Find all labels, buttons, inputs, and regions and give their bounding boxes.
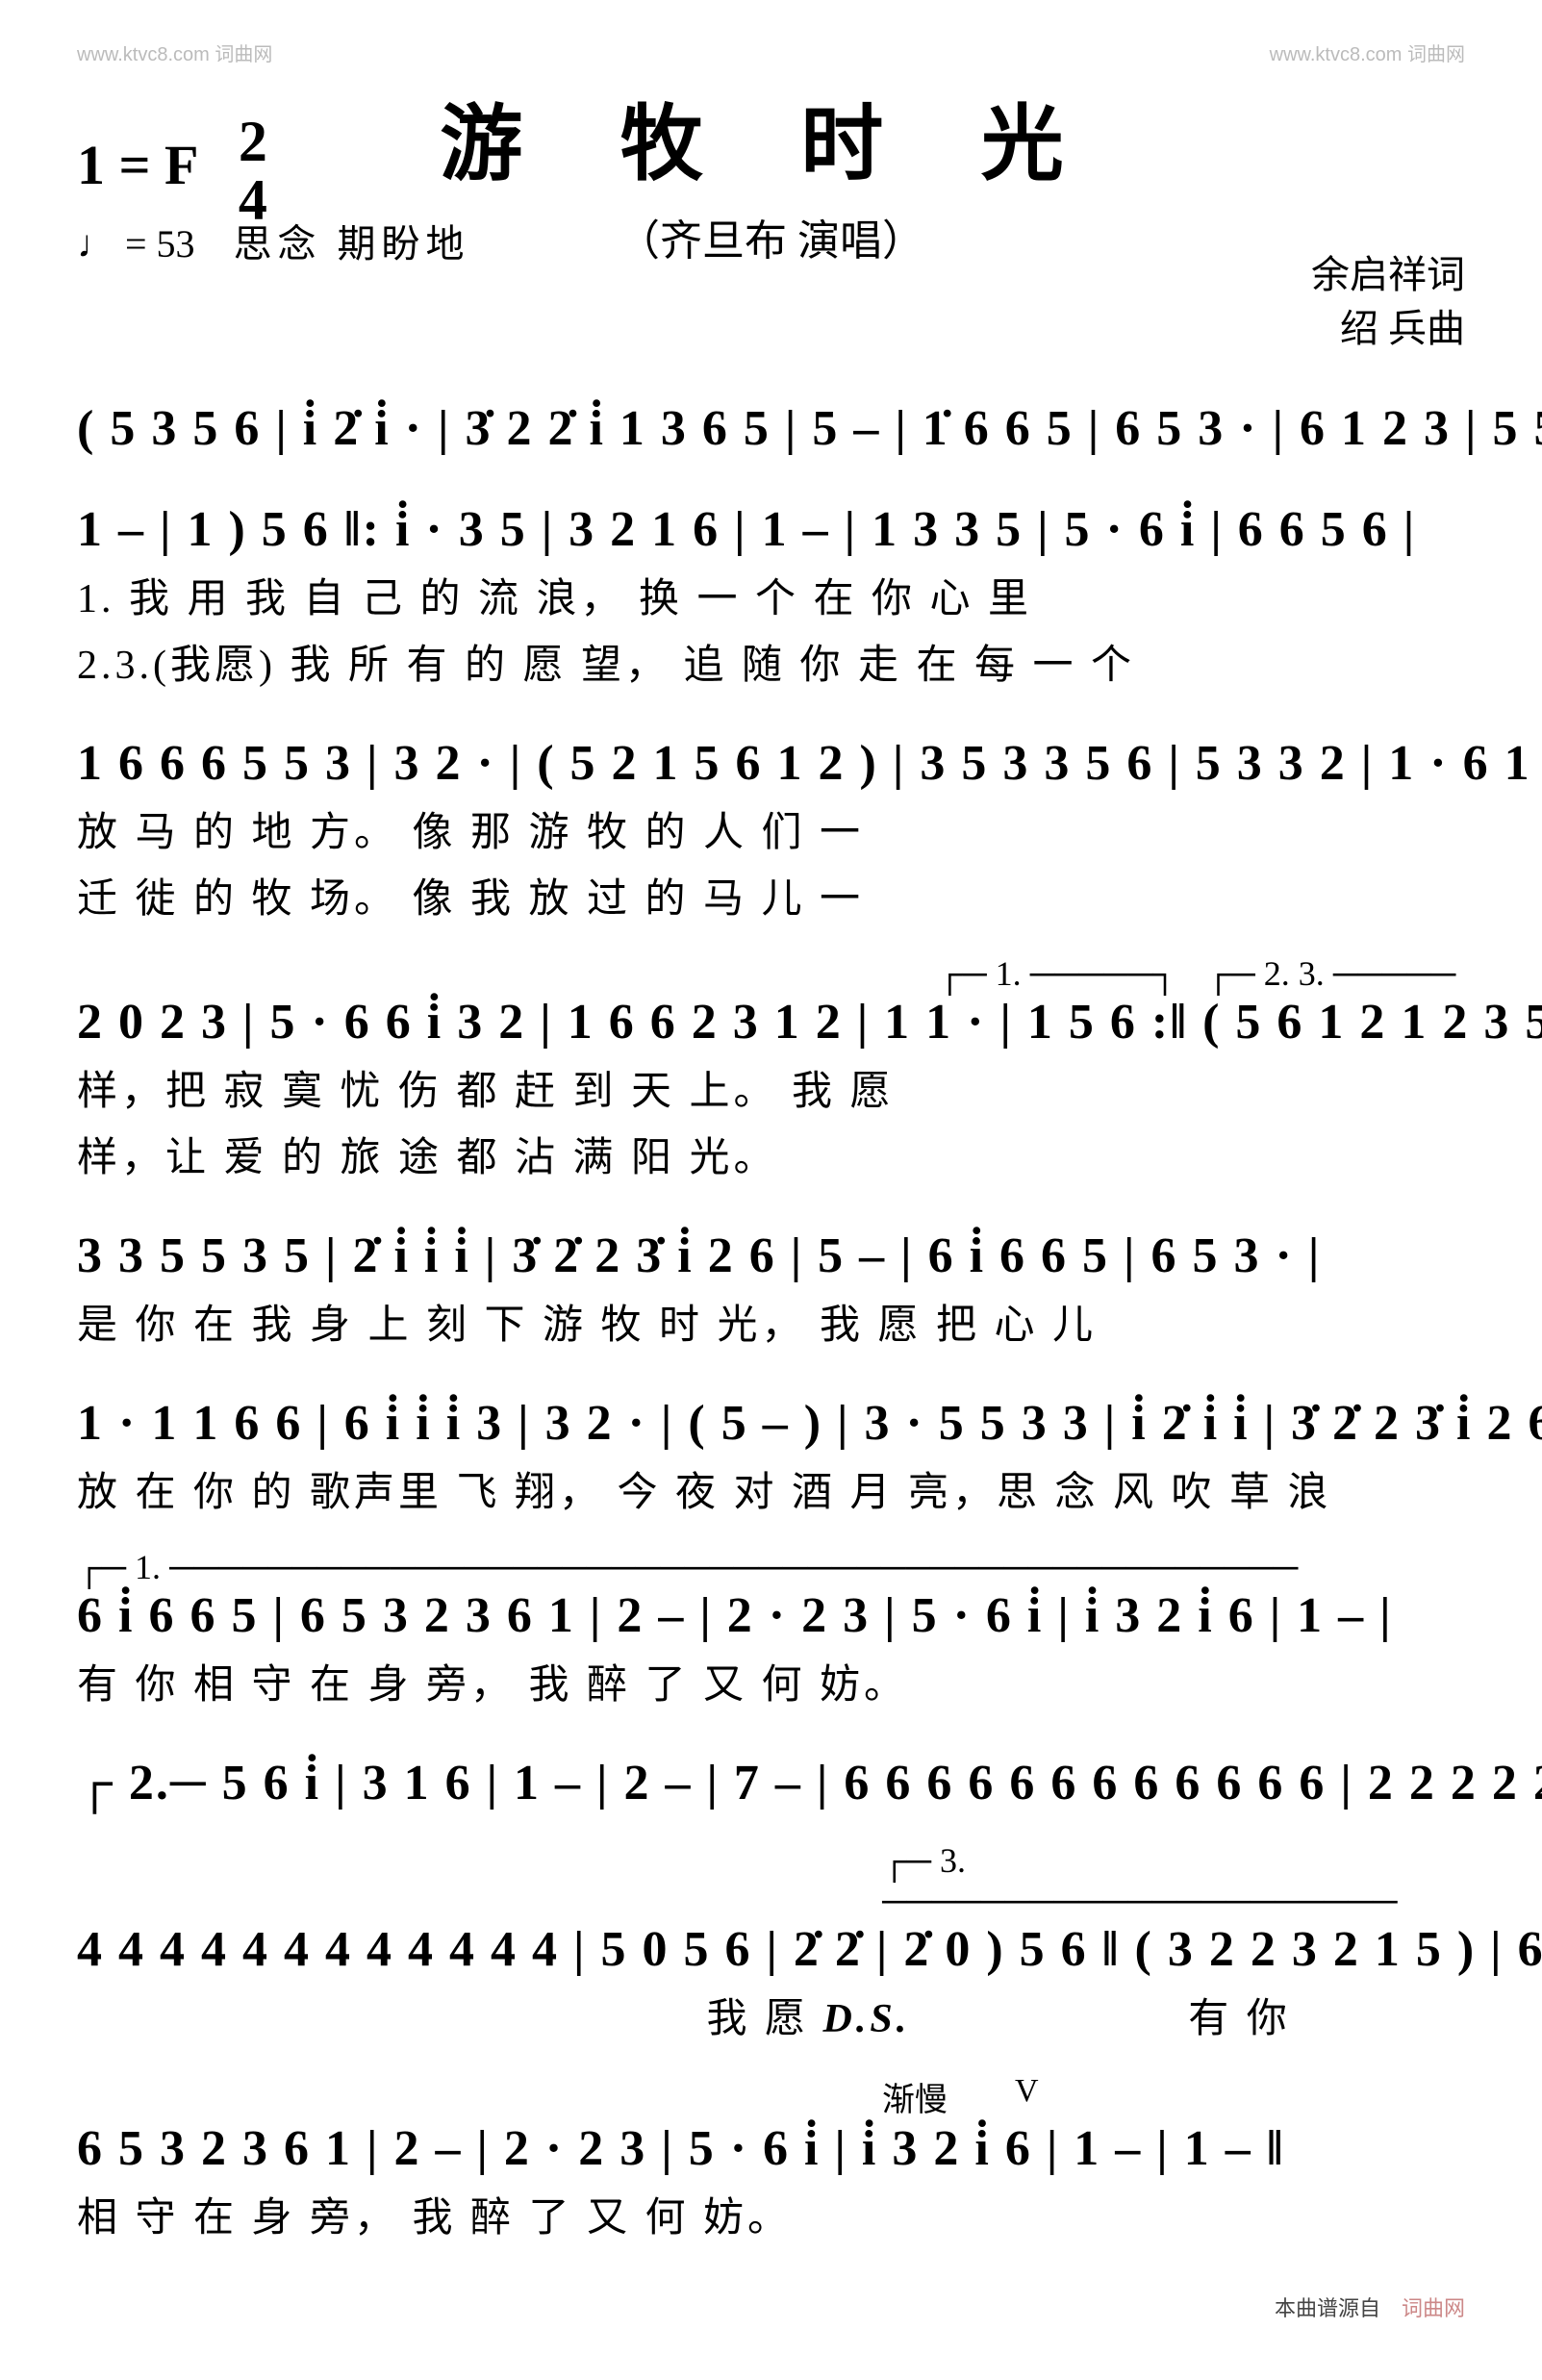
composer-credit: 绍 兵曲 [1311, 302, 1465, 356]
lyric-line-4b: 样，让 爱 的 旅 途 都 沾 满 阳 光。 [77, 1125, 1465, 1183]
watermark-left: www.ktvc8.com 词曲网 [77, 38, 272, 66]
music-line-6: 1 · 1 1 6 6 | 6 i̇ i̇ i̇ 3 | 3 2 · | ( 5… [77, 1395, 1465, 1452]
volta-1: ┌─ 1. ─────┐ [938, 953, 1177, 994]
lyric-line-10: 相 守 在 身 旁， 我 醉 了 又 何 妨。 [77, 2185, 1465, 2243]
music-line-4: 2 0 2 3 | 5 · 6 6 i̇ 3 2 | 1 6 6 2 3 1 2… [77, 994, 1465, 1051]
lyric-line-5: 是 你 在 我 身 上 刻 下 游 牧 时 光， 我 愿 把 心 儿 [77, 1292, 1465, 1351]
key-signature: 1 = F 2 4 [77, 133, 470, 203]
volta-row-3: ┌─ 3. ───────────────────── [77, 1840, 1465, 1921]
lyricist-credit: 余启祥词 [1311, 248, 1465, 302]
lyric-line-7: 有 你 相 守 在 身 旁， 我 醉 了 又 何 妨。 [77, 1652, 1465, 1710]
ds-marking: D.S. [823, 1997, 911, 2041]
music-line-5: 3 3 5 5 3 5 | 2̇ i̇ i̇ i̇ | 3̇ 2̇ 2 3̇ i… [77, 1228, 1465, 1284]
music-line-7: 6 i̇ 6 6 5 | 6 5 3 2 3 6 1 | 2 ‒ | 2 · 2… [77, 1587, 1465, 1644]
lyric-line-6: 放 在 你 的 歌声里 飞 翔， 今 夜 对 酒 月 亮，思 念 风 吹 草 浪 [77, 1459, 1465, 1518]
score-body: ( 5 3 5 6 | i̇ 2̇ i̇ · | 3̇ 2 2̇ i̇ 1 3 … [77, 400, 1465, 2243]
watermark-row: www.ktvc8.com 词曲网 www.ktvc8.com 词曲网 [77, 38, 1465, 66]
expression-marking: 思念 期盼地 [234, 222, 470, 266]
time-sig-denominator: 4 [239, 168, 267, 232]
key-tempo-block: 1 = F 2 4 ♩ = 53 思念 期盼地 [77, 133, 470, 268]
time-sig-numerator: 2 [239, 110, 267, 173]
tempo-marking: ♩ = 53 [77, 222, 195, 266]
jianman-row: 渐慢 V [77, 2073, 1465, 2120]
lyric-line-3a: 放 马 的 地 方。 像 那 游 牧 的 人 们 一 [77, 799, 1465, 858]
music-line-9: 4 4 4 4 4 4 4 4 4 4 4 4 | 5 0 5 6 | 2̇ 2… [77, 1921, 1465, 1978]
jianman-marking: 渐慢 [882, 2073, 948, 2120]
lyric-line-3b: 迁 徙 的 牧 场。 像 我 放 过 的 马 儿 一 [77, 866, 1465, 924]
volta-2-3: ┌─ 2. 3. ───── [1206, 953, 1456, 994]
music-line-1: ( 5 3 5 6 | i̇ 2̇ i̇ · | 3̇ 2 2̇ i̇ 1 3 … [77, 400, 1465, 457]
lyric-line-4a: 样，把 寂 寞 忧 伤 都 赶 到 天 上。 我 愿 [77, 1058, 1465, 1117]
lyric-9-text: 我 愿 [707, 1997, 810, 2041]
lyric-line-9: 我 愿 D.S. 有 你 [77, 1986, 1465, 2044]
music-line-10: 6 5 3 2 3 6 1 | 2 ‒ | 2 · 2 3 | 5 · 6 i̇… [77, 2120, 1465, 2177]
breath-mark: V [1015, 2073, 1039, 2120]
volta-3: ┌─ 3. ───────────────────── [882, 1840, 1465, 1921]
key-label: 1 = F [77, 134, 196, 196]
tempo-row: ♩ = 53 思念 期盼地 [77, 213, 470, 268]
music-line-3: 1 6 6 6 5 5 3 | 3 2 · | ( 5 2 1 5 6 1 2 … [77, 735, 1465, 792]
volta-overline: ┌─ 1. ──────────────────────────────────… [77, 1547, 1465, 1587]
lyric-9-text-2: 有 你 [1188, 1997, 1291, 2041]
credits-block: 余启祥词 绍 兵曲 [1311, 248, 1465, 356]
watermark-right: www.ktvc8.com 词曲网 [1270, 38, 1465, 66]
music-line-2: 1 ‒ | 1 ) 5 6 ‖: i̇ · 3 5 | 3 2 1 6 | 1 … [77, 501, 1465, 558]
sheet-music-page: www.ktvc8.com 词曲网 www.ktvc8.com 词曲网 游 牧 … [0, 0, 1542, 2380]
lyric-line-2b: 2.3.(我愿) 我 所 有 的 愿 望， 追 随 你 走 在 每 一 个 [77, 632, 1465, 691]
lyric-line-2a: 1. 我 用 我 自 己 的 流 浪， 换 一 个 在 你 心 里 [77, 566, 1465, 624]
page-footer: 本曲谱源自 词曲网 [77, 2291, 1465, 2322]
volta-row-1: ┌─ 1. ─────┐ ┌─ 2. 3. ───── [77, 953, 1465, 994]
footer-left-text: 本曲谱源自 [1275, 2296, 1380, 2320]
music-line-8: ┌ 2.─ 5 6 i̇ | 3 1 6 | 1 ‒ | 2 ‒ | 7 ‒ |… [77, 1755, 1465, 1811]
footer-right-text: 词曲网 [1402, 2296, 1465, 2320]
